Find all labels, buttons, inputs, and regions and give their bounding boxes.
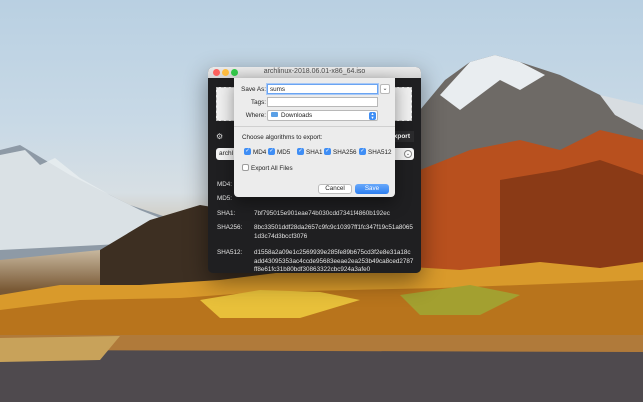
checkmark-icon: ✓ xyxy=(297,148,304,155)
window-title: archlinux-2018.06.01-x86_64.iso xyxy=(263,68,366,75)
save-button[interactable]: Save xyxy=(355,184,389,194)
gear-icon[interactable]: ⚙ xyxy=(216,132,225,141)
updown-chevron-icon: ▴ ▾ xyxy=(369,111,376,120)
export-all-label: Export All Files xyxy=(251,165,293,173)
save-as-input[interactable]: sums xyxy=(267,84,378,94)
folder-icon xyxy=(271,111,278,117)
where-value: Downloads xyxy=(281,112,313,119)
checkbox-md5[interactable]: ✓ MD5 xyxy=(268,148,291,158)
hash-label: SHA1: xyxy=(217,210,236,217)
checkbox-label: SHA256 xyxy=(333,149,357,157)
checkbox-label: MD5 xyxy=(277,149,291,157)
checkmark-icon: ✓ xyxy=(324,148,331,155)
algorithms-title: Choose algorithms to export: xyxy=(242,134,323,141)
divider xyxy=(234,126,395,127)
checkbox-sha256[interactable]: ✓ SHA256 xyxy=(324,148,357,158)
tags-label: Tags: xyxy=(250,99,266,106)
checkbox-label: SHA512 xyxy=(368,149,392,157)
hash-label: SHA256: xyxy=(217,224,243,231)
hash-label: SHA512: xyxy=(217,249,243,256)
hash-value[interactable]: d1558a2a09e1c2569939e285fe89b675cd3f2e8e… xyxy=(254,249,414,273)
checkbox-sha1[interactable]: ✓ SHA1 xyxy=(297,148,323,158)
checkmark-icon: ✓ xyxy=(244,148,251,155)
cancel-button[interactable]: Cancel xyxy=(318,184,352,194)
where-label: Where: xyxy=(245,112,266,119)
checkmark-icon: ✓ xyxy=(359,148,366,155)
tags-input[interactable] xyxy=(267,97,378,107)
where-select[interactable]: Downloads ▴ ▾ xyxy=(267,110,378,121)
updown-chevron-icon: ⌄ xyxy=(404,150,412,158)
checkbox-label: SHA1 xyxy=(306,149,323,157)
save-as-label: Save As: xyxy=(241,86,266,93)
checkbox-export-all[interactable]: Export All Files xyxy=(242,164,293,173)
window-titlebar[interactable]: archlinux-2018.06.01-x86_64.iso xyxy=(208,67,421,78)
checkbox-label: MD4 xyxy=(253,149,267,157)
hash-value[interactable]: 7bf795015e901eae74b030cdd7341f4860b192ec xyxy=(254,210,414,219)
save-sheet: Save As: sums ⌄ Tags: Where: Downloads ▴… xyxy=(234,78,395,197)
chevron-down-icon[interactable]: ⌄ xyxy=(380,84,390,94)
checkbox-box xyxy=(242,164,249,171)
checkbox-sha512[interactable]: ✓ SHA512 xyxy=(359,148,392,158)
hash-value[interactable]: 8bc33501ddf28da2657c9fc9c10397ff1fc347f1… xyxy=(254,224,414,241)
checkbox-md4[interactable]: ✓ MD4 xyxy=(244,148,267,158)
file-select-value: archl xyxy=(219,150,234,157)
checkmark-icon: ✓ xyxy=(268,148,275,155)
save-sheet-header: Save As: sums ⌄ Tags: Where: Downloads ▴… xyxy=(234,78,395,126)
algorithm-checkboxes: ✓ MD4 ✓ MD5 ✓ SHA1 ✓ SHA256 ✓ SHA512 xyxy=(242,148,392,158)
